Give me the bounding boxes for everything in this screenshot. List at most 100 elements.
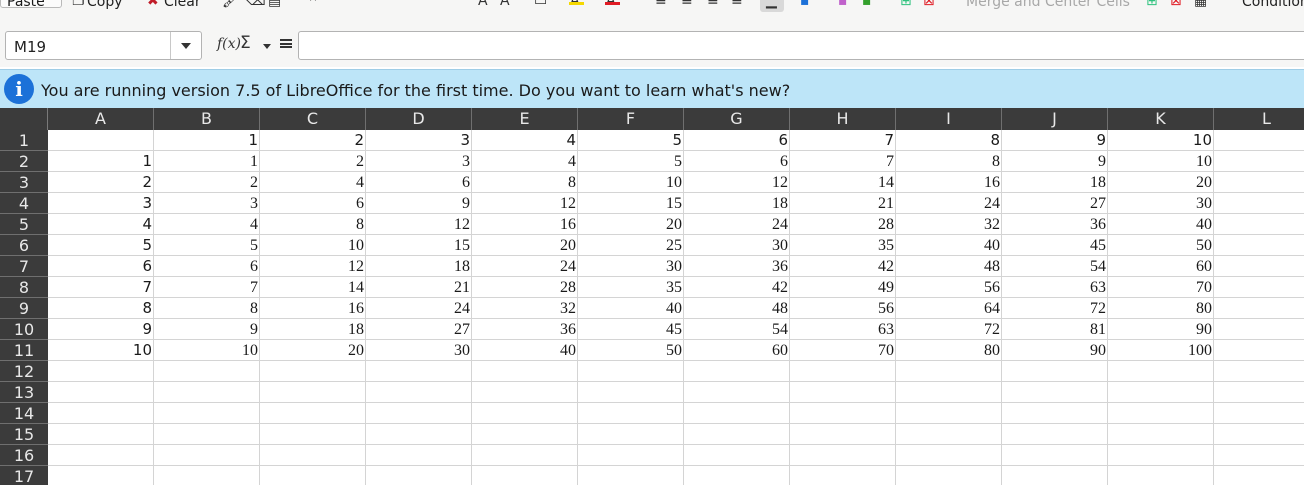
cell-a8[interactable]: 7	[48, 277, 154, 298]
cell-k8[interactable]: 70	[1108, 277, 1214, 298]
column-header-i[interactable]: I	[896, 108, 1002, 130]
clone-formatting-icon[interactable]: 🖌	[222, 0, 240, 8]
cell-k16[interactable]	[1108, 445, 1214, 466]
cell-e8[interactable]: 28	[472, 277, 578, 298]
cell-b1[interactable]: 1	[154, 130, 260, 151]
cell-j8[interactable]: 63	[1002, 277, 1108, 298]
cell-d17[interactable]	[366, 466, 472, 485]
cell-d9[interactable]: 24	[366, 298, 472, 319]
cell-a7[interactable]: 6	[48, 256, 154, 277]
cell-k5[interactable]: 40	[1108, 214, 1214, 235]
cell-j2[interactable]: 9	[1002, 151, 1108, 172]
cell-l1[interactable]	[1214, 130, 1304, 151]
cell-e14[interactable]	[472, 403, 578, 424]
cell-d3[interactable]: 6	[366, 172, 472, 193]
cell-k12[interactable]	[1108, 361, 1214, 382]
cell-l15[interactable]	[1214, 424, 1304, 445]
cell-f7[interactable]: 30	[578, 256, 684, 277]
cell-d11[interactable]: 30	[366, 340, 472, 361]
cell-f17[interactable]	[578, 466, 684, 485]
cell-g6[interactable]: 30	[684, 235, 790, 256]
cell-i3[interactable]: 16	[896, 172, 1002, 193]
cell-d4[interactable]: 9	[366, 193, 472, 214]
cell-j10[interactable]: 81	[1002, 319, 1108, 340]
cell-a16[interactable]	[48, 445, 154, 466]
copy-button[interactable]: Copy	[87, 0, 123, 10]
cell-g10[interactable]: 54	[684, 319, 790, 340]
cell-c12[interactable]	[260, 361, 366, 382]
paste-button[interactable]: Paste	[0, 0, 62, 10]
cell-l7[interactable]	[1214, 256, 1304, 277]
cell-c15[interactable]	[260, 424, 366, 445]
cell-k10[interactable]: 90	[1108, 319, 1214, 340]
cell-b10[interactable]: 9	[154, 319, 260, 340]
row-header-13[interactable]: 13	[0, 382, 48, 403]
cell-j1[interactable]: 9	[1002, 130, 1108, 151]
cell-e11[interactable]: 40	[472, 340, 578, 361]
cell-c9[interactable]: 16	[260, 298, 366, 319]
insert-rows-icon[interactable]: ⊞	[900, 0, 912, 8]
cell-f3[interactable]: 10	[578, 172, 684, 193]
cell-h15[interactable]	[790, 424, 896, 445]
font-shrink-icon[interactable]: A	[500, 0, 510, 8]
column-header-e[interactable]: E	[472, 108, 578, 130]
cell-k6[interactable]: 50	[1108, 235, 1214, 256]
cell-h3[interactable]: 14	[790, 172, 896, 193]
sum-dropdown-icon[interactable]	[263, 44, 271, 49]
cell-l6[interactable]	[1214, 235, 1304, 256]
cell-f6[interactable]: 25	[578, 235, 684, 256]
cell-h14[interactable]	[790, 403, 896, 424]
formula-input[interactable]	[298, 31, 1304, 60]
function-wizard-icon[interactable]: f(x)	[217, 36, 241, 52]
cell-c7[interactable]: 12	[260, 256, 366, 277]
cell-g14[interactable]	[684, 403, 790, 424]
cell-c6[interactable]: 10	[260, 235, 366, 256]
cell-g5[interactable]: 24	[684, 214, 790, 235]
cell-i17[interactable]	[896, 466, 1002, 485]
cell-g2[interactable]: 6	[684, 151, 790, 172]
cell-i15[interactable]	[896, 424, 1002, 445]
cell-e4[interactable]: 12	[472, 193, 578, 214]
column-header-l[interactable]: L	[1214, 108, 1304, 130]
cell-j13[interactable]	[1002, 382, 1108, 403]
cell-e2[interactable]: 4	[472, 151, 578, 172]
cell-i9[interactable]: 64	[896, 298, 1002, 319]
cell-b12[interactable]	[154, 361, 260, 382]
column-header-k[interactable]: K	[1108, 108, 1214, 130]
cell-f2[interactable]: 5	[578, 151, 684, 172]
row-header-16[interactable]: 16	[0, 445, 48, 466]
cell-f15[interactable]	[578, 424, 684, 445]
cell-l14[interactable]	[1214, 403, 1304, 424]
cell-a3[interactable]: 2	[48, 172, 154, 193]
cell-j11[interactable]: 90	[1002, 340, 1108, 361]
align-right-icon[interactable]: ≡	[707, 0, 719, 8]
cell-j12[interactable]	[1002, 361, 1108, 382]
column-header-h[interactable]: H	[790, 108, 896, 130]
cell-c11[interactable]: 20	[260, 340, 366, 361]
cell-c10[interactable]: 18	[260, 319, 366, 340]
cell-g16[interactable]	[684, 445, 790, 466]
wrap-icon[interactable]: ▪	[800, 0, 810, 8]
cell-a13[interactable]	[48, 382, 154, 403]
cell-g7[interactable]: 36	[684, 256, 790, 277]
cell-j7[interactable]: 54	[1002, 256, 1108, 277]
cell-e3[interactable]: 8	[472, 172, 578, 193]
name-box-value[interactable]: M19	[14, 38, 46, 56]
cell-k14[interactable]	[1108, 403, 1214, 424]
row-header-7[interactable]: 7	[0, 256, 48, 277]
row-header-10[interactable]: 10	[0, 319, 48, 340]
column-header-b[interactable]: B	[154, 108, 260, 130]
cell-f16[interactable]	[578, 445, 684, 466]
row-header-11[interactable]: 11	[0, 340, 48, 361]
cell-f5[interactable]: 20	[578, 214, 684, 235]
cell-l3[interactable]	[1214, 172, 1304, 193]
table-icon[interactable]: ▦	[1194, 0, 1207, 8]
cell-h7[interactable]: 42	[790, 256, 896, 277]
cell-j3[interactable]: 18	[1002, 172, 1108, 193]
cell-j16[interactable]	[1002, 445, 1108, 466]
cell-g15[interactable]	[684, 424, 790, 445]
styles-icon[interactable]: ▤	[268, 0, 281, 8]
cell-i6[interactable]: 40	[896, 235, 1002, 256]
cell-i4[interactable]: 24	[896, 193, 1002, 214]
cell-e6[interactable]: 20	[472, 235, 578, 256]
